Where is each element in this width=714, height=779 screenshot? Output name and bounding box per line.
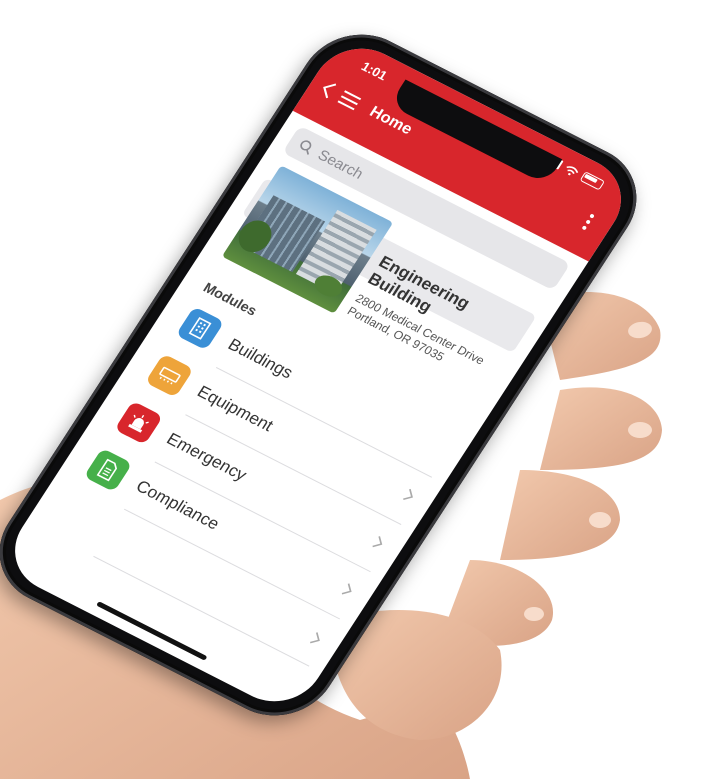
building-icon bbox=[175, 306, 225, 351]
scene: 1:01 Home Search Engineering Building 28… bbox=[0, 0, 714, 779]
chevron-right-icon bbox=[305, 630, 325, 652]
menu-icon[interactable] bbox=[336, 89, 363, 112]
wifi-icon bbox=[566, 165, 579, 175]
back-icon[interactable] bbox=[317, 78, 339, 100]
battery-icon bbox=[579, 171, 606, 191]
more-options-icon[interactable] bbox=[576, 208, 601, 235]
status-time: 1:01 bbox=[358, 58, 391, 84]
search-placeholder: Search bbox=[314, 146, 367, 183]
search-icon bbox=[300, 140, 312, 155]
document-icon bbox=[83, 447, 133, 493]
equipment-icon bbox=[144, 353, 194, 398]
siren-icon bbox=[114, 400, 164, 445]
